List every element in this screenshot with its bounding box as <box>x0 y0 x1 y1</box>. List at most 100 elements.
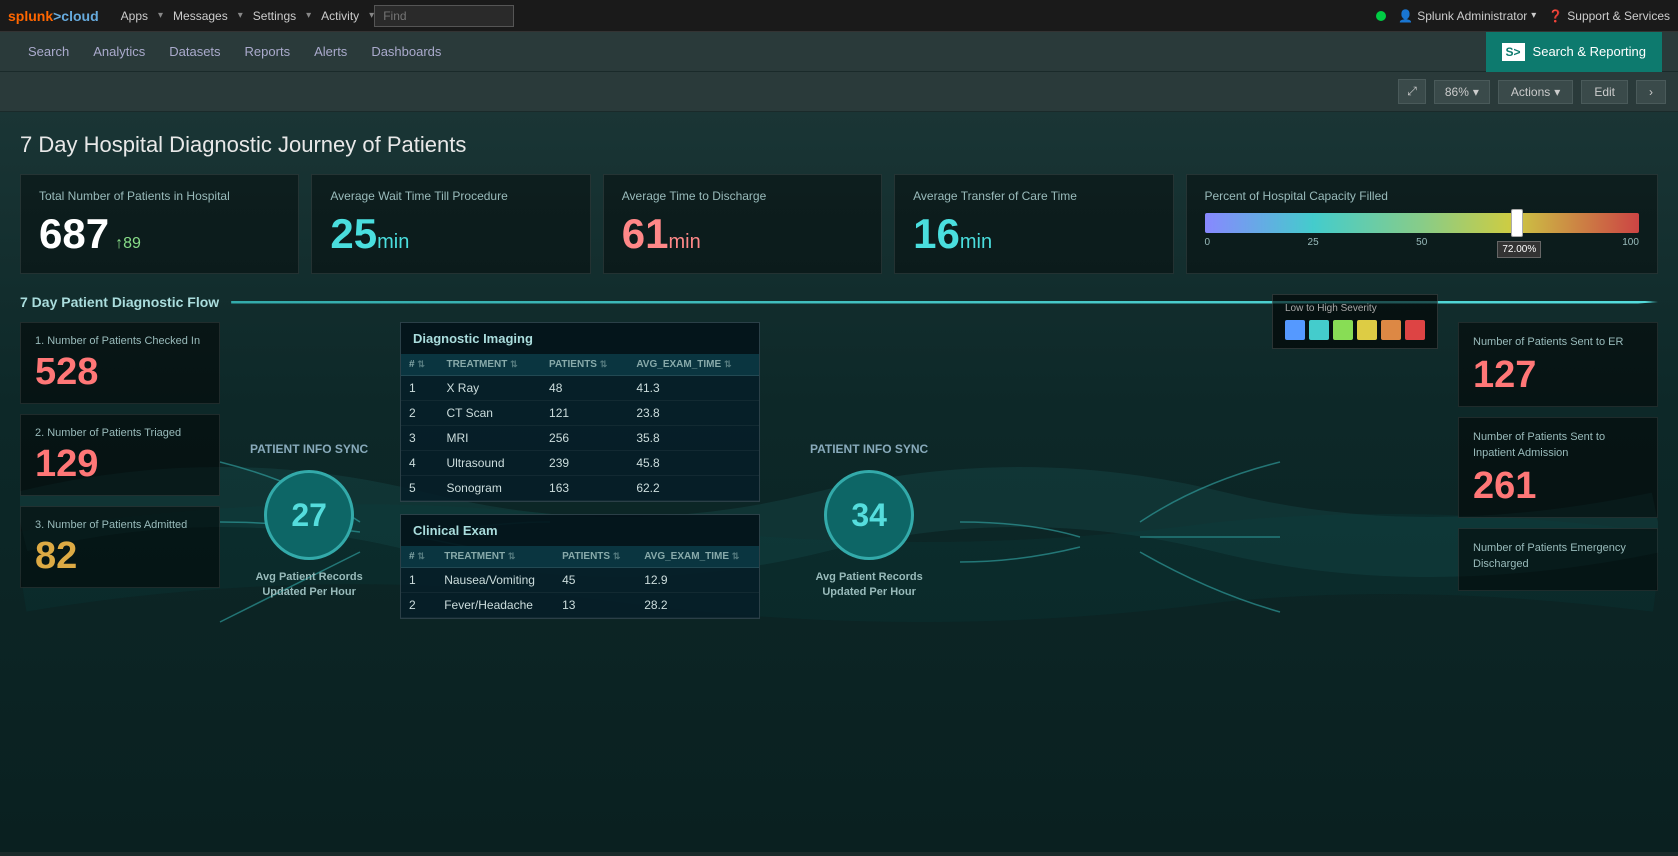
emergency-discharged-label: Number of Patients Emergency Discharged <box>1473 541 1643 572</box>
triaged-label: 2. Number of Patients Triaged <box>35 427 205 439</box>
sec-reports[interactable]: Reports <box>233 32 303 72</box>
di-col-patients: PATIENTS ⇅ <box>541 354 628 376</box>
expand-button[interactable]: ⤢ <box>1398 79 1426 104</box>
actions-button[interactable]: Actions ▾ <box>1498 80 1573 104</box>
di-col-treatment: TREATMENT ⇅ <box>438 354 541 376</box>
discharge-label: Average Time to Discharge <box>622 189 863 205</box>
discharge-value: 61 <box>622 213 669 255</box>
status-indicator <box>1376 11 1386 21</box>
capacity-tick-labels: 0 25 50 100 <box>1205 237 1639 248</box>
transfer-label: Average Transfer of Care Time <box>913 189 1154 205</box>
dashboard-main: 7 Day Hospital Diagnostic Journey of Pat… <box>0 112 1678 852</box>
sec-alerts[interactable]: Alerts <box>302 32 359 72</box>
secondary-nav: Search Analytics Datasets Reports Alerts… <box>0 32 1678 72</box>
nav-settings[interactable]: Settings <box>243 0 306 32</box>
sec-search[interactable]: Search <box>16 32 81 72</box>
top-nav: splunk >cloud Apps ▾ Messages ▾ Settings… <box>0 0 1678 32</box>
avg-wait-value: 25 <box>330 213 377 255</box>
table-row: 5Sonogram16362.2 <box>401 476 759 501</box>
flow-container: 1. Number of Patients Checked In 528 2. … <box>20 322 1658 742</box>
total-patients-sub: ↑89 <box>115 235 141 253</box>
table-row: 1Nausea/Vomiting4512.9 <box>401 568 759 593</box>
search-reporting-icon: S> <box>1502 43 1525 61</box>
zoom-value: 86% <box>1445 85 1469 99</box>
nav-activity[interactable]: Activity <box>311 0 369 32</box>
edit-button[interactable]: Edit <box>1581 80 1628 104</box>
support-label: ❓ Support & Services <box>1548 9 1670 23</box>
metric-checked-in: 1. Number of Patients Checked In 528 <box>20 322 220 404</box>
ce-col-avg-exam: AVG_EXAM_TIME ⇅ <box>636 546 759 568</box>
di-col-avg-exam: AVG_EXAM_TIME ⇅ <box>628 354 759 376</box>
zoom-arrow: ▾ <box>1473 85 1479 99</box>
checked-in-label: 1. Number of Patients Checked In <box>35 335 205 347</box>
capacity-bar: 72.00% <box>1205 213 1639 233</box>
right-sync-sublabel: Avg Patient RecordsUpdated Per Hour <box>816 570 923 601</box>
sec-datasets[interactable]: Datasets <box>157 32 232 72</box>
right-sync-circle: 34 <box>824 470 914 560</box>
total-patients-value: 687 <box>39 213 109 255</box>
stat-capacity: Percent of Hospital Capacity Filled 72.0… <box>1186 174 1658 274</box>
stat-transfer: Average Transfer of Care Time 16 min <box>894 174 1173 274</box>
metric-emergency-discharged: Number of Patients Emergency Discharged <box>1458 528 1658 591</box>
avg-wait-label: Average Wait Time Till Procedure <box>330 189 571 205</box>
nav-apps[interactable]: Apps <box>111 0 158 32</box>
er-value: 127 <box>1473 356 1643 394</box>
logo-splunk: splunk <box>8 8 53 24</box>
severity-legend-title: Low to High Severity <box>1285 303 1425 314</box>
logo: splunk >cloud <box>8 8 99 24</box>
sec-dashboards[interactable]: Dashboards <box>359 32 453 72</box>
di-col-num: # ⇅ <box>401 354 438 376</box>
transfer-unit: min <box>960 231 992 254</box>
stat-total-patients: Total Number of Patients in Hospital 687… <box>20 174 299 274</box>
table-row: 1X Ray4841.3 <box>401 376 759 401</box>
right-sync-title: PATIENT INFO SYNC <box>810 442 928 456</box>
next-button[interactable]: › <box>1636 80 1666 104</box>
avg-wait-unit: min <box>377 231 409 254</box>
capacity-bar-container: 72.00% 0 25 50 100 <box>1205 213 1639 248</box>
dashboard-title: 7 Day Hospital Diagnostic Journey of Pat… <box>20 132 1658 158</box>
triaged-value: 129 <box>35 445 205 483</box>
dashboard-toolbar: ⤢ 86% ▾ Actions ▾ Edit › <box>0 72 1678 112</box>
zoom-control[interactable]: 86% ▾ <box>1434 80 1490 104</box>
logo-cloud: >cloud <box>53 8 99 24</box>
right-sync-group: PATIENT INFO SYNC 34 Avg Patient Records… <box>810 442 928 601</box>
find-input[interactable] <box>374 5 514 27</box>
left-metrics: 1. Number of Patients Checked In 528 2. … <box>20 322 220 588</box>
discharge-unit: min <box>668 231 700 254</box>
left-sync-circle: 27 <box>264 470 354 560</box>
diagnostic-imaging-data: # ⇅ TREATMENT ⇅ PATIENTS ⇅ AVG_EXAM_TIME… <box>401 354 759 501</box>
admitted-value: 82 <box>35 537 205 575</box>
center-tables: Diagnostic Imaging # ⇅ TREATMENT ⇅ PATIE… <box>400 322 760 619</box>
total-patients-label: Total Number of Patients in Hospital <box>39 189 280 205</box>
ce-col-patients: PATIENTS ⇅ <box>554 546 636 568</box>
capacity-marker <box>1511 209 1523 237</box>
metric-er: Number of Patients Sent to ER 127 <box>1458 322 1658 407</box>
checked-in-value: 528 <box>35 353 205 391</box>
left-sync-title: PATIENT INFO SYNC <box>250 442 368 456</box>
capacity-percent: 72.00% <box>1497 241 1541 258</box>
inpatient-label: Number of Patients Sent to Inpatient Adm… <box>1473 430 1643 461</box>
table-row: 3MRI25635.8 <box>401 426 759 451</box>
admin-label: 👤 Splunk Administrator ▾ <box>1398 9 1536 23</box>
stat-avg-wait: Average Wait Time Till Procedure 25 min <box>311 174 590 274</box>
metric-inpatient: Number of Patients Sent to Inpatient Adm… <box>1458 417 1658 518</box>
stat-discharge: Average Time to Discharge 61 min <box>603 174 882 274</box>
stat-cards-row: Total Number of Patients in Hospital 687… <box>20 174 1658 274</box>
top-nav-right: 👤 Splunk Administrator ▾ ❓ Support & Ser… <box>1376 9 1670 23</box>
clinical-exam-table: Clinical Exam # ⇅ TREATMENT ⇅ PATIENTS ⇅… <box>400 514 760 619</box>
sec-analytics[interactable]: Analytics <box>81 32 157 72</box>
left-sync-group: PATIENT INFO SYNC 27 Avg Patient Records… <box>250 442 368 601</box>
table-row: 2Fever/Headache1328.2 <box>401 593 759 618</box>
metric-triaged: 2. Number of Patients Triaged 129 <box>20 414 220 496</box>
clinical-exam-data: # ⇅ TREATMENT ⇅ PATIENTS ⇅ AVG_EXAM_TIME… <box>401 546 759 618</box>
ce-col-treatment: TREATMENT ⇅ <box>436 546 554 568</box>
search-reporting-btn[interactable]: S> Search & Reporting <box>1486 32 1662 72</box>
metric-admitted: 3. Number of Patients Admitted 82 <box>20 506 220 588</box>
er-label: Number of Patients Sent to ER <box>1473 335 1643 350</box>
table-row: 4Ultrasound23945.8 <box>401 451 759 476</box>
right-metrics: Number of Patients Sent to ER 127 Number… <box>1458 322 1658 591</box>
transfer-value: 16 <box>913 213 960 255</box>
admin-arrow: ▾ <box>1531 10 1536 21</box>
ce-col-num: # ⇅ <box>401 546 436 568</box>
nav-messages[interactable]: Messages <box>163 0 238 32</box>
